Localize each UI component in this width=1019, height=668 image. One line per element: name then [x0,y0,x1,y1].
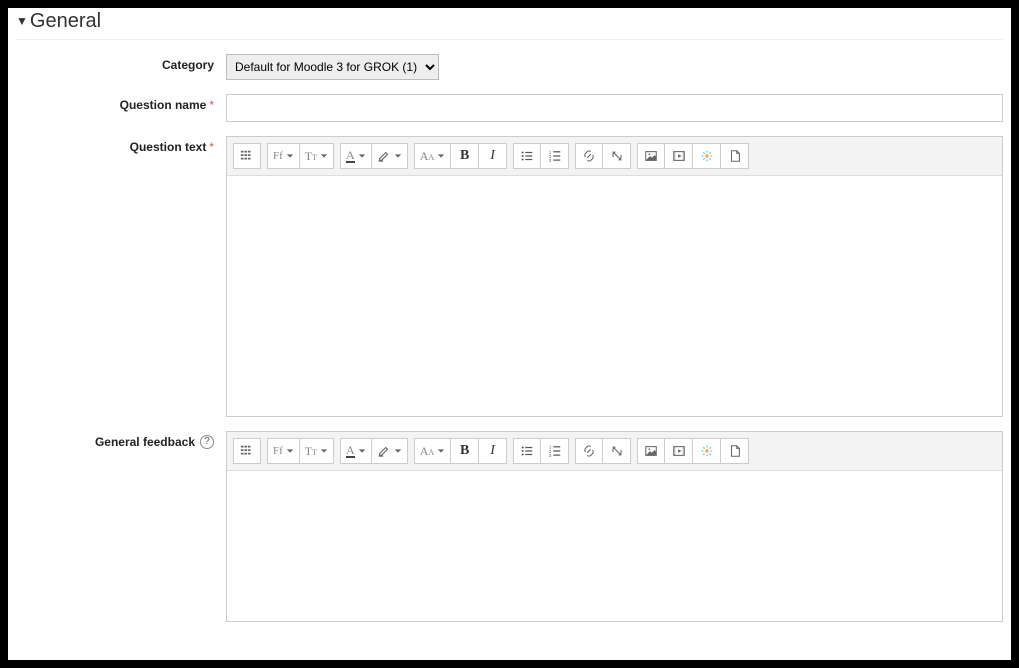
paragraph-format-button[interactable]: AA [414,438,451,464]
caret-down-icon: ▼ [16,15,28,27]
category-select[interactable]: Default for Moodle 3 for GROK (1) [226,54,439,80]
bullet-list-button[interactable] [513,143,541,169]
editor-toolbar: Ff TT A [227,432,1002,471]
section-title: General [30,10,101,33]
unlink-icon [610,149,624,163]
link-icon [582,149,596,163]
font-family-icon: Ff [273,150,283,162]
chevron-down-icon [358,152,366,160]
question-name-input[interactable] [226,94,1003,122]
chevron-down-icon [437,447,445,455]
italic-button[interactable]: I [479,438,507,464]
question-text-body[interactable] [227,176,1002,416]
unlink-icon [610,444,624,458]
chevron-down-icon [394,447,402,455]
font-color-button[interactable]: A [340,143,372,169]
editor-toolbar: Ff TT A [227,137,1002,176]
file-icon [728,444,742,458]
grid-icon [240,444,254,458]
image-icon [644,149,658,163]
chevron-down-icon [320,152,328,160]
label-category: Category [16,54,226,72]
gear-icon [700,149,714,163]
list-ol-icon: 123 [548,444,562,458]
gear-icon [700,444,714,458]
help-icon[interactable]: ? [200,435,214,449]
row-question-text: Question text* Ff [16,136,1003,417]
media-button[interactable] [665,438,693,464]
highlight-button[interactable] [372,438,408,464]
row-category: Category Default for Moodle 3 for GROK (… [16,54,1003,80]
unlink-button[interactable] [603,438,631,464]
chevron-down-icon [437,152,445,160]
chevron-down-icon [394,152,402,160]
list-ol-icon: 123 [548,149,562,163]
image-button[interactable] [637,143,665,169]
bullet-list-button[interactable] [513,438,541,464]
row-general-feedback: General feedback ? Ff [16,431,1003,622]
label-question-name: Question name* [16,94,226,112]
row-question-name: Question name* [16,94,1003,122]
svg-text:3: 3 [549,453,552,458]
general-feedback-editor: Ff TT A [226,431,1003,622]
link-button[interactable] [575,438,603,464]
chevron-down-icon [320,447,328,455]
equation-button[interactable] [693,438,721,464]
chevron-down-icon [286,152,294,160]
section-general-toggle[interactable]: ▼ General [16,8,1003,40]
label-question-text: Question text* [16,136,226,154]
paragraph-icon: AA [420,444,434,459]
link-icon [582,444,596,458]
list-ul-icon [520,149,534,163]
bold-button[interactable]: B [451,438,479,464]
general-feedback-body[interactable] [227,471,1002,621]
font-family-icon: Ff [273,445,283,457]
required-icon: * [209,98,214,112]
grid-icon [240,149,254,163]
chevron-down-icon [286,447,294,455]
label-general-feedback: General feedback ? [16,431,226,449]
svg-text:3: 3 [549,158,552,163]
chevron-down-icon [358,447,366,455]
question-text-editor: Ff TT A [226,136,1003,417]
font-size-button[interactable]: TT [300,143,334,169]
font-size-button[interactable]: TT [300,438,334,464]
media-button[interactable] [665,143,693,169]
equation-button[interactable] [693,143,721,169]
paragraph-format-button[interactable]: AA [414,143,451,169]
image-button[interactable] [637,438,665,464]
app-frame: ▼ General Category Default for Moodle 3 … [0,0,1019,668]
media-icon [672,444,686,458]
highlight-icon [377,444,391,458]
font-color-icon: A [346,149,355,163]
number-list-button[interactable]: 123 [541,143,569,169]
link-button[interactable] [575,143,603,169]
list-ul-icon [520,444,534,458]
font-size-icon: TT [305,444,317,459]
number-list-button[interactable]: 123 [541,438,569,464]
required-icon: * [209,140,214,154]
font-color-button[interactable]: A [340,438,372,464]
highlight-icon [377,149,391,163]
toolbar-toggle-button[interactable] [233,143,261,169]
font-size-icon: TT [305,149,317,164]
font-family-button[interactable]: Ff [267,438,300,464]
font-family-button[interactable]: Ff [267,143,300,169]
toolbar-toggle-button[interactable] [233,438,261,464]
unlink-button[interactable] [603,143,631,169]
html-source-button[interactable] [721,143,749,169]
italic-button[interactable]: I [479,143,507,169]
media-icon [672,149,686,163]
html-source-button[interactable] [721,438,749,464]
highlight-button[interactable] [372,143,408,169]
paragraph-icon: AA [420,149,434,164]
bold-button[interactable]: B [451,143,479,169]
image-icon [644,444,658,458]
file-icon [728,149,742,163]
font-color-icon: A [346,444,355,458]
